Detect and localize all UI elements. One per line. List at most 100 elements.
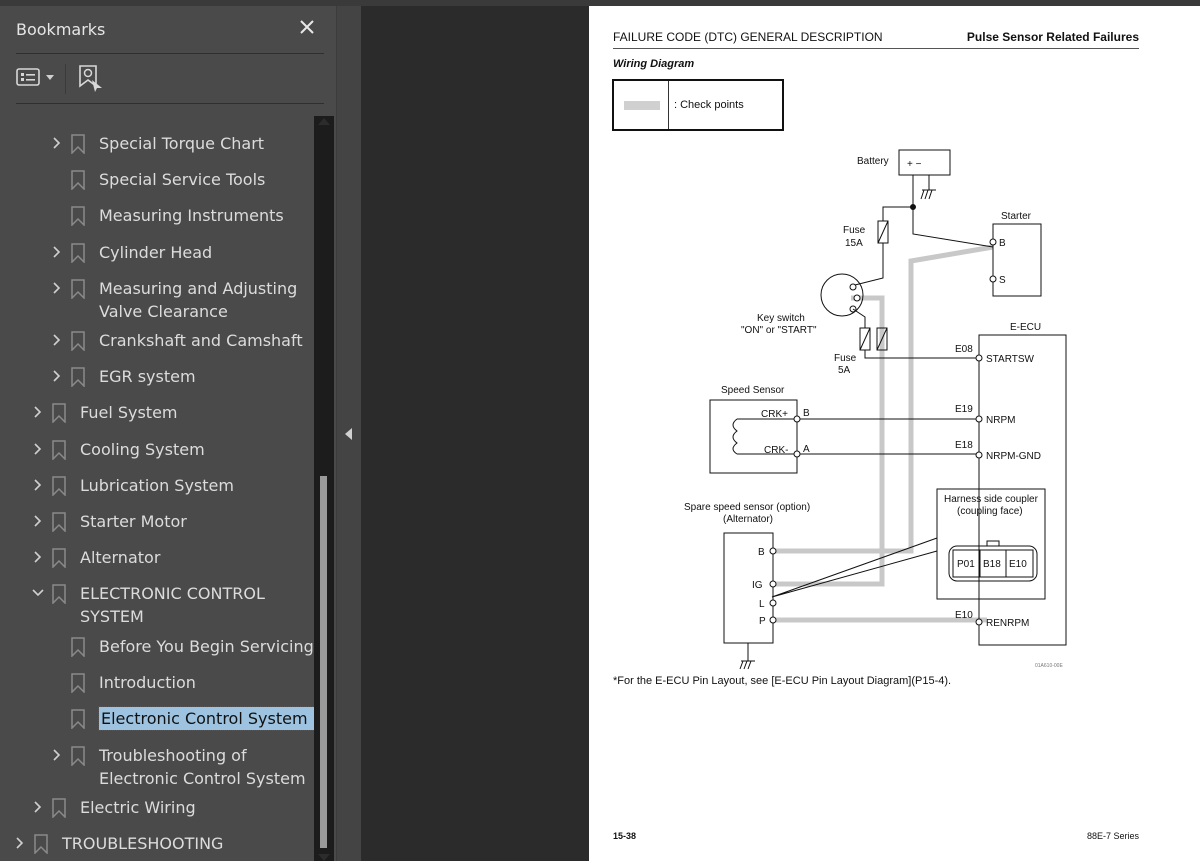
bookmark-label: Starter Motor (80, 512, 187, 531)
bookmark-label-line2: Valve Clearance (99, 302, 228, 321)
label-starter-b: B (999, 238, 1006, 249)
bookmark-item[interactable]: Crankshaft and Camshaft (0, 329, 314, 352)
chevron-right-icon[interactable] (51, 281, 63, 295)
bookmarks-panel: Bookmarks Special Torque Chart Special Se… (0, 6, 336, 861)
label-nrpm: NRPM (986, 415, 1015, 426)
label-battery: Battery (857, 156, 889, 167)
bookmark-label: Measuring and Adjusting (99, 279, 298, 298)
bookmark-icon (52, 798, 66, 818)
label-alt-p: P (759, 616, 766, 627)
bookmark-icon (52, 512, 66, 532)
bookmark-label: Before You Begin Servicing (99, 637, 314, 656)
bookmark-item[interactable]: Electronic Control System (0, 706, 314, 731)
chevron-right-icon[interactable] (51, 748, 63, 762)
chevron-right-icon[interactable] (32, 442, 44, 456)
find-current-bookmark-icon (79, 65, 102, 92)
bookmark-item[interactable]: Measuring Instruments (0, 204, 314, 227)
label-e10: E10 (955, 610, 973, 621)
label-key-switch: Key switch (757, 313, 805, 324)
bookmark-item[interactable]: ELECTRONIC CONTROL SYSTEM (0, 582, 314, 628)
label-fuse1: Fuse (843, 225, 866, 236)
list-options-icon (16, 68, 40, 86)
chevron-down-icon[interactable] (32, 586, 44, 600)
label-alternator: (Alternator) (723, 514, 773, 525)
bookmark-label: Introduction (99, 673, 196, 692)
bookmark-icon (71, 367, 85, 387)
bookmark-label: Cooling System (80, 440, 205, 459)
bookmark-icon (52, 476, 66, 496)
label-alt-l: L (759, 599, 765, 610)
bookmark-item[interactable]: Starter Motor (0, 510, 314, 533)
bookmark-item[interactable]: Special Torque Chart (0, 132, 314, 155)
chevron-right-icon[interactable] (32, 478, 44, 492)
bookmark-label-line2: Electronic Control System (99, 769, 306, 788)
chevron-right-icon[interactable] (32, 405, 44, 419)
bookmark-label: Alternator (80, 548, 161, 567)
scroll-up-icon[interactable] (318, 118, 330, 125)
bookmark-label: TROUBLESHOOTING (62, 834, 224, 853)
label-harness: Harness side coupler (944, 494, 1039, 505)
pin-layout-note: *For the E-ECU Pin Layout, see [E-ECU Pi… (613, 675, 952, 687)
label-crk-minus: CRK- (764, 445, 788, 456)
bookmark-item[interactable]: Fuel System (0, 401, 314, 424)
bookmark-label: Lubrication System (80, 476, 234, 495)
chevron-right-icon[interactable] (51, 333, 63, 347)
label-key-switch-pos: "ON" or "START" (741, 325, 817, 336)
bookmark-item[interactable]: Electric Wiring (0, 796, 314, 819)
chevron-right-icon[interactable] (51, 136, 63, 150)
chevron-right-icon[interactable] (32, 514, 44, 528)
close-panel-button[interactable] (296, 16, 318, 38)
bookmark-options-button[interactable] (16, 66, 58, 88)
bookmark-icon (71, 206, 85, 226)
bookmark-label-line2: SYSTEM (80, 607, 144, 626)
collapse-left-icon[interactable] (345, 428, 352, 440)
find-current-bookmark-button[interactable] (78, 64, 104, 94)
bookmark-item[interactable]: Before You Begin Servicing (0, 635, 314, 658)
bookmark-item[interactable]: Measuring and Adjusting Valve Clearance (0, 277, 314, 323)
coupler-pin-3: E10 (1009, 559, 1027, 570)
label-battery-terms: + − (907, 159, 922, 170)
label-e08: E08 (955, 344, 973, 355)
bookmark-tree: Special Torque Chart Special Service Tool… (0, 108, 314, 861)
label-coupling-face: (coupling face) (957, 506, 1023, 517)
bookmark-icon (52, 403, 66, 423)
coupler-pin-1: P01 (957, 559, 975, 570)
bookmark-icon (71, 243, 85, 263)
divider (16, 103, 324, 104)
bookmark-label: Special Torque Chart (99, 134, 265, 153)
label-starter-s: S (999, 275, 1006, 286)
chevron-right-icon[interactable] (14, 836, 26, 850)
bookmark-item[interactable]: TROUBLESHOOTING (0, 832, 314, 855)
bookmark-item[interactable]: Introduction (0, 671, 314, 694)
bookmark-label: EGR system (99, 367, 196, 386)
coupler-pin-2: B18 (983, 559, 1001, 570)
chevron-right-icon[interactable] (32, 800, 44, 814)
bookmark-item[interactable]: Special Service Tools (0, 168, 314, 191)
bookmark-label: Troubleshooting of (99, 746, 247, 765)
chevron-right-icon[interactable] (51, 245, 63, 259)
scroll-down-icon[interactable] (318, 854, 330, 861)
series-name: 88E-7 Series (1086, 831, 1139, 841)
label-alt-b: B (758, 547, 765, 558)
panel-title: Bookmarks (16, 20, 106, 39)
bookmark-icon (71, 170, 85, 190)
caret-down-icon (46, 75, 54, 80)
bookmark-icon (71, 279, 85, 299)
chevron-right-icon[interactable] (32, 550, 44, 564)
bookmark-item[interactable]: Troubleshooting of Electronic Control Sys… (0, 744, 314, 790)
figure-id: 01A610-00E (1035, 663, 1063, 669)
bookmark-icon (52, 584, 66, 604)
bookmark-item[interactable]: EGR system (0, 365, 314, 388)
scrollbar-thumb[interactable] (320, 476, 327, 848)
bookmark-item[interactable]: Cooling System (0, 438, 314, 461)
label-nrpm-gnd: NRPM-GND (986, 451, 1041, 462)
label-pin-a: A (803, 444, 810, 455)
chevron-right-icon[interactable] (51, 369, 63, 383)
bookmark-item[interactable]: Alternator (0, 546, 314, 569)
label-e18: E18 (955, 440, 973, 451)
bookmark-item[interactable]: Lubrication System (0, 474, 314, 497)
bookmark-item[interactable]: Cylinder Head (0, 241, 314, 264)
bookmark-icon (34, 834, 48, 854)
bookmark-label: Cylinder Head (99, 243, 213, 262)
label-fuse1-rating: 15A (845, 238, 863, 249)
